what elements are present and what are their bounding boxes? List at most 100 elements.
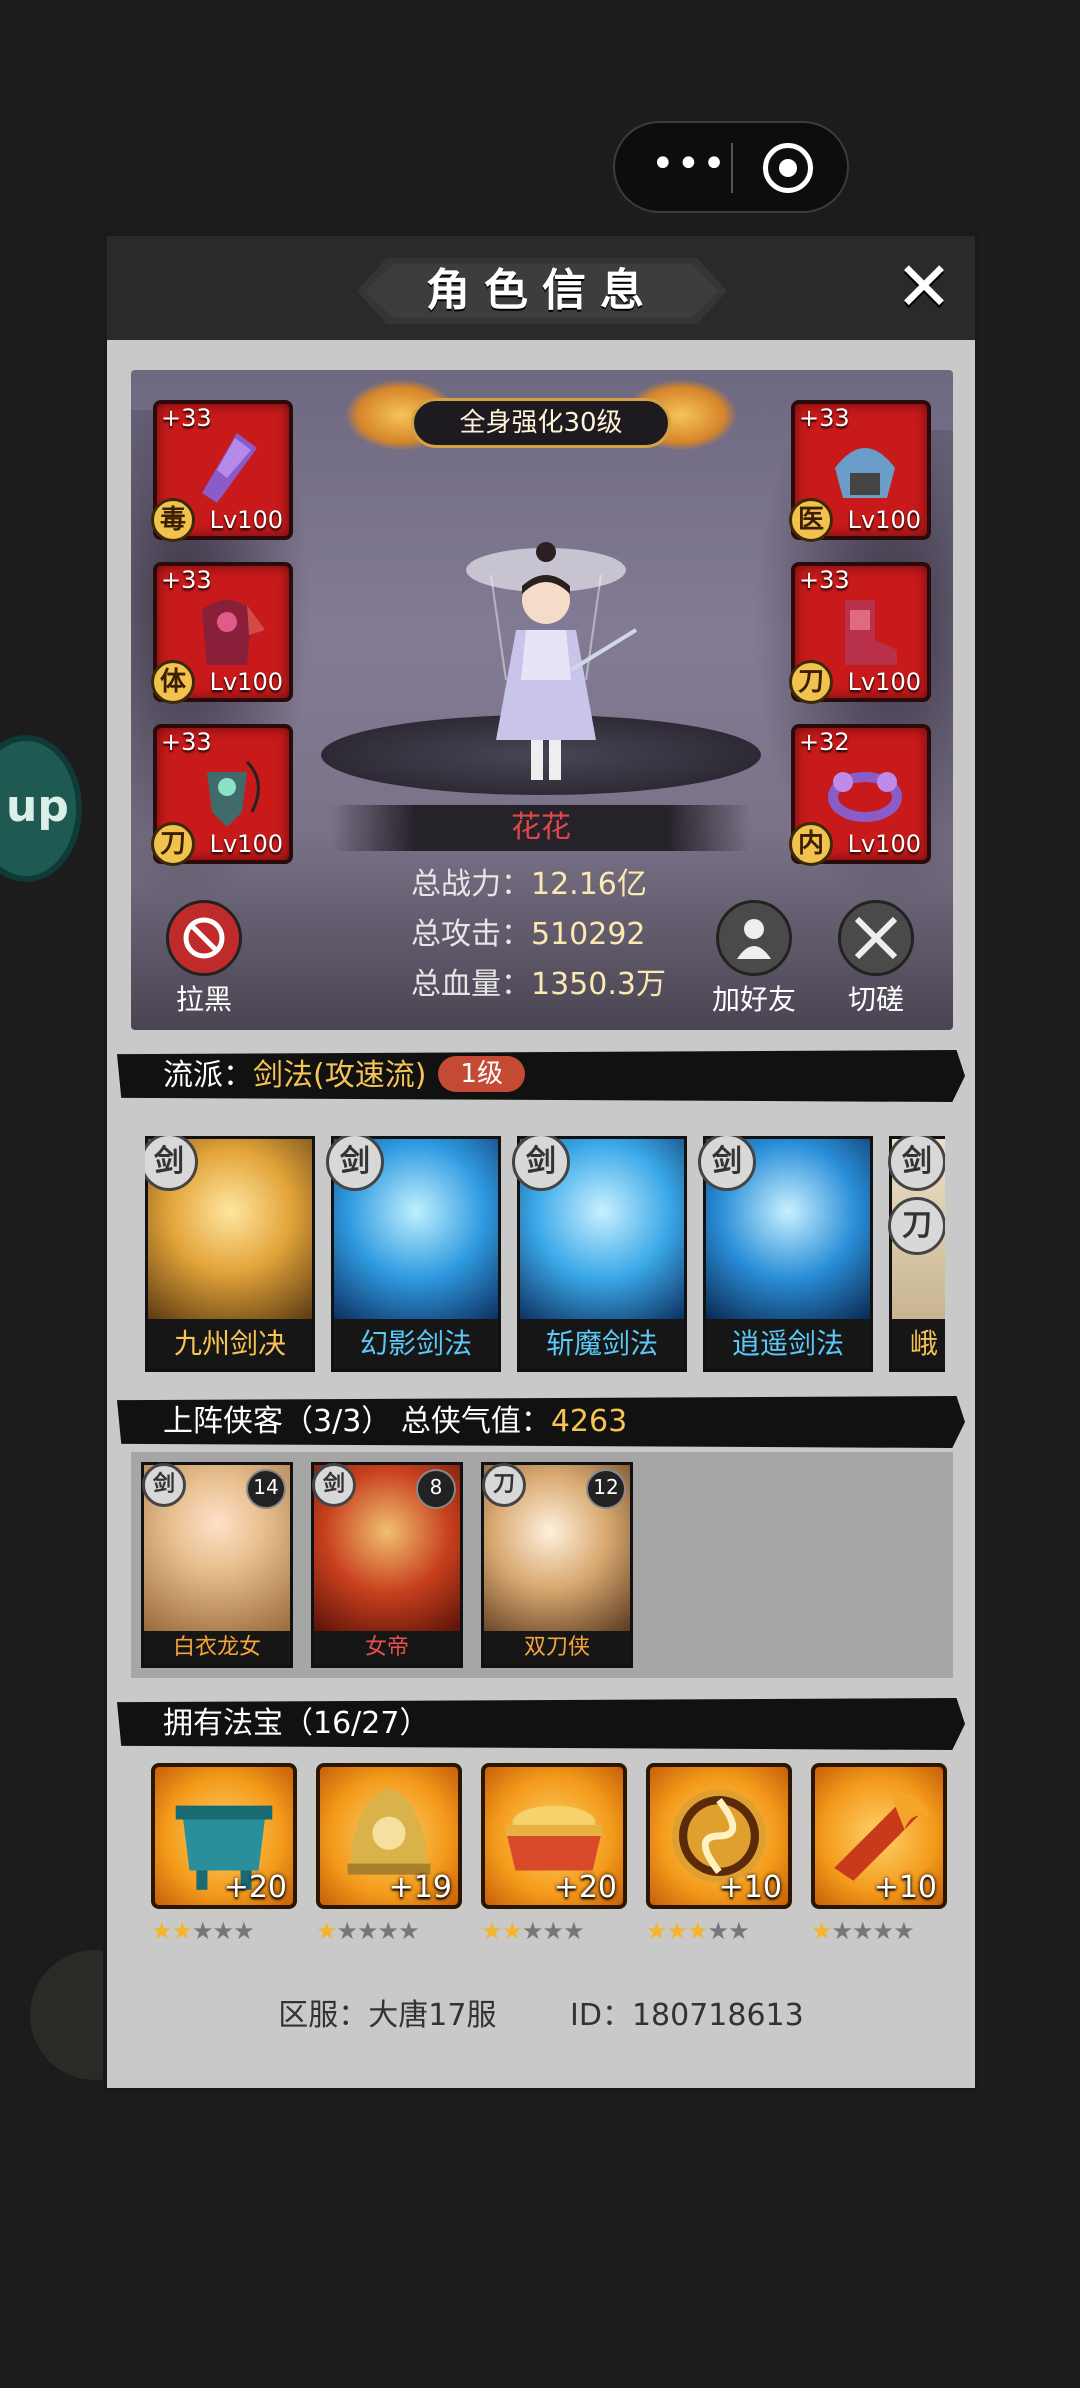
star-empty-icon: ★ bbox=[831, 1917, 853, 1945]
star-rating: ★★★★★ bbox=[151, 1917, 297, 1945]
attribute-tag: 刀 bbox=[789, 660, 833, 704]
treasure-count: +10 bbox=[718, 1870, 782, 1905]
attribute-tag: 毒 bbox=[151, 498, 195, 542]
star-filled-icon: ★ bbox=[811, 1917, 832, 1945]
treasure-list: +20 ★★★★★ +19 ★★★★★ +20 ★★★★★ +10 ★★★★★ … bbox=[131, 1753, 953, 1983]
team-label: 上阵侠客（3/3） bbox=[163, 1404, 392, 1439]
skill-card[interactable]: 剑 斩魔剑法 bbox=[512, 1136, 687, 1372]
panel-header: 角色信息 ✕ bbox=[107, 236, 975, 340]
attribute-tag: 刀 bbox=[151, 822, 195, 866]
star-empty-icon: ★ bbox=[563, 1917, 584, 1945]
weapon-type-badge: 剑 bbox=[888, 1136, 945, 1191]
hero-showcase: 全身强化30级 花花 总战力：12.16亿 总攻击：510292 总血量：135… bbox=[131, 370, 953, 1030]
star-filled-icon: ★ bbox=[171, 1917, 193, 1945]
star-empty-icon: ★ bbox=[212, 1917, 234, 1945]
skill-name: 斩魔剑法 bbox=[520, 1319, 684, 1369]
weapon-type-badge: 剑 bbox=[142, 1463, 186, 1507]
star-empty-icon: ★ bbox=[542, 1917, 564, 1945]
target-icon[interactable] bbox=[763, 143, 813, 193]
treasure-count: +10 bbox=[873, 1870, 937, 1905]
stat-hp: 总血量：1350.3万 bbox=[411, 960, 731, 1010]
star-empty-icon: ★ bbox=[872, 1917, 894, 1945]
enhance-level: +33 bbox=[161, 404, 212, 432]
star-filled-icon: ★ bbox=[687, 1917, 708, 1945]
school-value: 剑法(攻速流) bbox=[253, 1058, 427, 1093]
equip-slot-right-2[interactable]: +33 Lv100 刀 bbox=[789, 562, 931, 704]
star-rating: ★★★★★ bbox=[811, 1917, 947, 1945]
school-bar: 流派：剑法(攻速流) 1级 bbox=[117, 1050, 965, 1102]
weapon-type-badge: 剑 bbox=[312, 1463, 356, 1507]
team-bar: 上阵侠客（3/3） 总侠气值：4263 bbox=[117, 1396, 965, 1448]
treasure-count: +20 bbox=[553, 1870, 617, 1905]
gauntlet-icon bbox=[202, 433, 257, 503]
player-id: ID：180718613 bbox=[570, 1998, 804, 2033]
mini-program-capsule: ••• bbox=[613, 121, 849, 213]
hero-card[interactable]: 剑 8 女帝 bbox=[311, 1462, 463, 1668]
skill-card[interactable]: 剑 刀 峨 bbox=[888, 1136, 945, 1372]
block-icon bbox=[166, 900, 242, 976]
treasure-card[interactable]: +20 bbox=[481, 1763, 627, 1909]
enhance-level: +32 bbox=[799, 728, 850, 756]
team-list: 剑 14 白衣龙女 剑 8 女帝 刀 12 双刀侠 bbox=[131, 1452, 953, 1678]
add-friend-button[interactable]: 加好友 bbox=[709, 900, 799, 1018]
star-filled-icon: ★ bbox=[501, 1917, 523, 1945]
equip-level: Lv100 bbox=[209, 668, 283, 696]
hero-card[interactable]: 刀 12 双刀侠 bbox=[481, 1462, 633, 1668]
hero-name: 双刀侠 bbox=[484, 1631, 630, 1665]
skill-name: 幻影剑法 bbox=[334, 1319, 498, 1369]
star-filled-icon: ★ bbox=[481, 1917, 502, 1945]
treasure-bar: 拥有法宝（16/27） bbox=[117, 1698, 965, 1750]
add-friend-label: 加好友 bbox=[711, 983, 796, 1016]
equip-slot-left-2[interactable]: +33 Lv100 体 bbox=[151, 562, 293, 704]
hero-star-count: 12 bbox=[586, 1469, 626, 1509]
capsule-divider bbox=[731, 143, 733, 193]
skill-card[interactable]: 剑 幻影剑法 bbox=[326, 1136, 501, 1372]
server-label: 区服：大唐17服 bbox=[278, 1998, 497, 2033]
role-info-panel: 角色信息 ✕ 全身强化30级 花花 总战力：12.16亿 总攻击：510292 … bbox=[103, 232, 979, 2092]
block-button[interactable]: 拉黑 bbox=[159, 900, 249, 1018]
stats-block: 总战力：12.16亿 总攻击：510292 总血量：1350.3万 bbox=[411, 860, 731, 1010]
skill-name: 逍遥剑法 bbox=[706, 1319, 870, 1369]
treasure-card[interactable]: +19 bbox=[316, 1763, 462, 1909]
star-empty-icon: ★ bbox=[522, 1917, 543, 1945]
treasure-card[interactable]: +10 bbox=[646, 1763, 792, 1909]
equip-slot-right-1[interactable]: +33 Lv100 医 bbox=[789, 400, 931, 542]
enhance-level: +33 bbox=[799, 404, 850, 432]
spar-button[interactable]: 切磋 bbox=[831, 900, 921, 1018]
star-empty-icon: ★ bbox=[728, 1917, 749, 1945]
skill-card[interactable]: 剑 九州剑决 bbox=[145, 1136, 315, 1372]
treasure-count: +20 bbox=[223, 1870, 287, 1905]
stat-value: 12.16亿 bbox=[531, 867, 647, 902]
enhance-level: +33 bbox=[161, 566, 212, 594]
star-empty-icon: ★ bbox=[707, 1917, 729, 1945]
equip-slot-left-1[interactable]: +33 Lv100 毒 bbox=[151, 400, 293, 542]
stat-power: 总战力：12.16亿 bbox=[411, 860, 731, 910]
star-rating: ★★★★★ bbox=[646, 1917, 792, 1945]
qi-label: 总侠气值： bbox=[400, 1404, 551, 1439]
equip-slot-left-3[interactable]: +33 Lv100 刀 bbox=[151, 724, 293, 866]
skill-card[interactable]: 剑 逍遥剑法 bbox=[698, 1136, 873, 1372]
equip-slot-right-3[interactable]: +32 Lv100 内 bbox=[789, 724, 931, 866]
more-dots-icon[interactable]: ••• bbox=[651, 144, 726, 187]
star-filled-icon: ★ bbox=[151, 1917, 172, 1945]
school-label: 流派： bbox=[163, 1058, 253, 1093]
close-icon[interactable]: ✕ bbox=[889, 254, 959, 326]
team-text: 上阵侠客（3/3） 总侠气值：4263 bbox=[163, 1396, 627, 1448]
treasure-card[interactable]: +20 bbox=[151, 1763, 297, 1909]
treasure-label: 拥有法宝（16/27） bbox=[163, 1706, 430, 1741]
qi-value: 4263 bbox=[550, 1404, 628, 1439]
star-filled-icon: ★ bbox=[646, 1917, 667, 1945]
treasure-card[interactable]: +10 bbox=[811, 1763, 947, 1909]
equip-level: Lv100 bbox=[847, 506, 921, 534]
hero-card[interactable]: 剑 14 白衣龙女 bbox=[141, 1462, 293, 1668]
attribute-tag: 医 bbox=[789, 498, 833, 542]
skill-name: 峨 bbox=[892, 1319, 945, 1369]
hero-name: 女帝 bbox=[314, 1631, 460, 1665]
attribute-tag: 内 bbox=[789, 822, 833, 866]
skill-name: 九州剑决 bbox=[148, 1319, 312, 1369]
treasure-count: +19 bbox=[388, 1870, 452, 1905]
weapon-type-badge: 刀 bbox=[888, 1197, 945, 1255]
equip-level: Lv100 bbox=[209, 830, 283, 858]
ring-icon bbox=[828, 772, 902, 822]
equip-level: Lv100 bbox=[847, 668, 921, 696]
